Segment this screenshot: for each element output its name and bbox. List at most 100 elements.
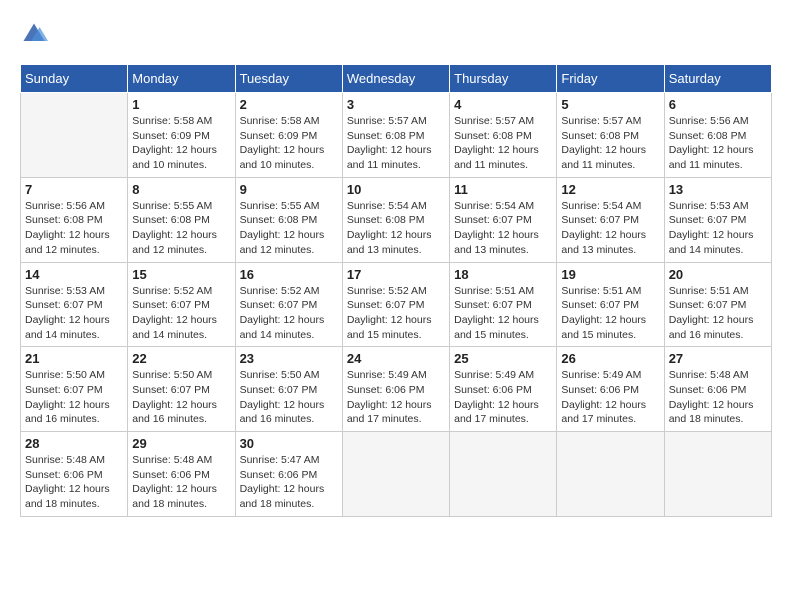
day-info: Sunrise: 5:49 AMSunset: 6:06 PMDaylight:… [561, 368, 659, 427]
calendar-cell [664, 432, 771, 517]
calendar-week-row: 28 Sunrise: 5:48 AMSunset: 6:06 PMDayligh… [21, 432, 772, 517]
calendar-cell: 15 Sunrise: 5:52 AMSunset: 6:07 PMDayligh… [128, 262, 235, 347]
calendar-cell: 29 Sunrise: 5:48 AMSunset: 6:06 PMDayligh… [128, 432, 235, 517]
calendar-cell: 24 Sunrise: 5:49 AMSunset: 6:06 PMDayligh… [342, 347, 449, 432]
day-number: 9 [240, 182, 338, 197]
calendar-cell: 5 Sunrise: 5:57 AMSunset: 6:08 PMDaylight… [557, 93, 664, 178]
calendar-cell: 30Sunrise: 5:47 AMSunset: 6:06 PMDayligh… [235, 432, 342, 517]
day-number: 4 [454, 97, 552, 112]
day-number: 13 [669, 182, 767, 197]
day-number: 1 [132, 97, 230, 112]
calendar-cell: 19 Sunrise: 5:51 AMSunset: 6:07 PMDayligh… [557, 262, 664, 347]
calendar-cell: 27 Sunrise: 5:48 AMSunset: 6:06 PMDayligh… [664, 347, 771, 432]
day-number: 28 [25, 436, 123, 451]
calendar-table: SundayMondayTuesdayWednesdayThursdayFrid… [20, 64, 772, 517]
day-number: 5 [561, 97, 659, 112]
calendar-cell: 11 Sunrise: 5:54 AMSunset: 6:07 PMDayligh… [450, 177, 557, 262]
day-info: Sunrise: 5:51 AMSunset: 6:07 PMDaylight:… [561, 284, 659, 343]
day-info: Sunrise: 5:53 AMSunset: 6:07 PMDaylight:… [669, 199, 767, 258]
calendar-cell: 21Sunrise: 5:50 AMSunset: 6:07 PMDayligh… [21, 347, 128, 432]
day-info: Sunrise: 5:50 AMSunset: 6:07 PMDaylight:… [132, 368, 230, 427]
calendar-cell: 7Sunrise: 5:56 AMSunset: 6:08 PMDaylight… [21, 177, 128, 262]
day-number: 3 [347, 97, 445, 112]
day-info: Sunrise: 5:53 AMSunset: 6:07 PMDaylight:… [25, 284, 123, 343]
day-info: Sunrise: 5:48 AMSunset: 6:06 PMDaylight:… [132, 453, 230, 512]
day-info: Sunrise: 5:54 AMSunset: 6:07 PMDaylight:… [454, 199, 552, 258]
calendar-cell: 20Sunrise: 5:51 AMSunset: 6:07 PMDayligh… [664, 262, 771, 347]
calendar-cell: 13 Sunrise: 5:53 AMSunset: 6:07 PMDayligh… [664, 177, 771, 262]
calendar-cell: 22 Sunrise: 5:50 AMSunset: 6:07 PMDayligh… [128, 347, 235, 432]
calendar-cell [21, 93, 128, 178]
calendar-cell: 1 Sunrise: 5:58 AMSunset: 6:09 PMDaylight… [128, 93, 235, 178]
calendar-cell: 2 Sunrise: 5:58 AMSunset: 6:09 PMDaylight… [235, 93, 342, 178]
calendar-cell: 17 Sunrise: 5:52 AMSunset: 6:07 PMDayligh… [342, 262, 449, 347]
day-number: 19 [561, 267, 659, 282]
day-number: 29 [132, 436, 230, 451]
calendar-cell: 18 Sunrise: 5:51 AMSunset: 6:07 PMDayligh… [450, 262, 557, 347]
day-number: 8 [132, 182, 230, 197]
day-info: Sunrise: 5:56 AMSunset: 6:08 PMDaylight:… [669, 114, 767, 173]
day-number: 14 [25, 267, 123, 282]
day-number: 11 [454, 182, 552, 197]
day-number: 27 [669, 351, 767, 366]
day-info: Sunrise: 5:57 AMSunset: 6:08 PMDaylight:… [454, 114, 552, 173]
day-of-week-header: Sunday [21, 65, 128, 93]
day-info: Sunrise: 5:57 AMSunset: 6:08 PMDaylight:… [561, 114, 659, 173]
day-number: 25 [454, 351, 552, 366]
calendar-week-row: 7Sunrise: 5:56 AMSunset: 6:08 PMDaylight… [21, 177, 772, 262]
day-number: 15 [132, 267, 230, 282]
day-info: Sunrise: 5:49 AMSunset: 6:06 PMDaylight:… [347, 368, 445, 427]
day-info: Sunrise: 5:48 AMSunset: 6:06 PMDaylight:… [669, 368, 767, 427]
day-info: Sunrise: 5:52 AMSunset: 6:07 PMDaylight:… [347, 284, 445, 343]
calendar-header-row: SundayMondayTuesdayWednesdayThursdayFrid… [21, 65, 772, 93]
day-info: Sunrise: 5:55 AMSunset: 6:08 PMDaylight:… [132, 199, 230, 258]
calendar-cell: 10 Sunrise: 5:54 AMSunset: 6:08 PMDayligh… [342, 177, 449, 262]
day-number: 21 [25, 351, 123, 366]
day-of-week-header: Saturday [664, 65, 771, 93]
calendar-cell [342, 432, 449, 517]
day-info: Sunrise: 5:58 AMSunset: 6:09 PMDaylight:… [240, 114, 338, 173]
day-number: 12 [561, 182, 659, 197]
day-number: 24 [347, 351, 445, 366]
day-info: Sunrise: 5:54 AMSunset: 6:08 PMDaylight:… [347, 199, 445, 258]
calendar-cell [450, 432, 557, 517]
calendar-cell: 12 Sunrise: 5:54 AMSunset: 6:07 PMDayligh… [557, 177, 664, 262]
day-number: 16 [240, 267, 338, 282]
calendar-cell: 3 Sunrise: 5:57 AMSunset: 6:08 PMDaylight… [342, 93, 449, 178]
day-number: 17 [347, 267, 445, 282]
logo-icon [20, 20, 48, 48]
day-info: Sunrise: 5:54 AMSunset: 6:07 PMDaylight:… [561, 199, 659, 258]
day-of-week-header: Tuesday [235, 65, 342, 93]
day-number: 26 [561, 351, 659, 366]
day-info: Sunrise: 5:48 AMSunset: 6:06 PMDaylight:… [25, 453, 123, 512]
day-number: 22 [132, 351, 230, 366]
calendar-cell: 14 Sunrise: 5:53 AMSunset: 6:07 PMDayligh… [21, 262, 128, 347]
day-of-week-header: Monday [128, 65, 235, 93]
day-number: 18 [454, 267, 552, 282]
calendar-cell [557, 432, 664, 517]
calendar-week-row: 14 Sunrise: 5:53 AMSunset: 6:07 PMDayligh… [21, 262, 772, 347]
day-info: Sunrise: 5:50 AMSunset: 6:07 PMDaylight:… [240, 368, 338, 427]
day-number: 10 [347, 182, 445, 197]
day-info: Sunrise: 5:55 AMSunset: 6:08 PMDaylight:… [240, 199, 338, 258]
day-info: Sunrise: 5:51 AMSunset: 6:07 PMDaylight:… [454, 284, 552, 343]
calendar-cell: 9 Sunrise: 5:55 AMSunset: 6:08 PMDaylight… [235, 177, 342, 262]
day-info: Sunrise: 5:47 AMSunset: 6:06 PMDaylight:… [240, 453, 338, 512]
calendar-cell: 6Sunrise: 5:56 AMSunset: 6:08 PMDaylight… [664, 93, 771, 178]
day-info: Sunrise: 5:58 AMSunset: 6:09 PMDaylight:… [132, 114, 230, 173]
day-info: Sunrise: 5:49 AMSunset: 6:06 PMDaylight:… [454, 368, 552, 427]
day-number: 23 [240, 351, 338, 366]
calendar-week-row: 21 Sunrise: 5:50 AMSunset: 6:07 PMDayligh… [21, 347, 772, 432]
day-info: Sunrise: 5:52 AMSunset: 6:07 PMDaylight:… [132, 284, 230, 343]
calendar-cell: 28 Sunrise: 5:48 AMSunset: 6:06 PMDayligh… [21, 432, 128, 517]
day-info: Sunrise: 5:57 AMSunset: 6:08 PMDaylight:… [347, 114, 445, 173]
calendar-cell: 26 Sunrise: 5:49 AMSunset: 6:06 PMDayligh… [557, 347, 664, 432]
day-number: 20 [669, 267, 767, 282]
day-info: Sunrise: 5:56 AMSunset: 6:08 PMDaylight:… [25, 199, 123, 258]
day-number: 2 [240, 97, 338, 112]
logo [20, 20, 52, 48]
calendar-week-row: 1 Sunrise: 5:58 AMSunset: 6:09 PMDaylight… [21, 93, 772, 178]
day-of-week-header: Friday [557, 65, 664, 93]
day-of-week-header: Wednesday [342, 65, 449, 93]
page-header [20, 20, 772, 48]
